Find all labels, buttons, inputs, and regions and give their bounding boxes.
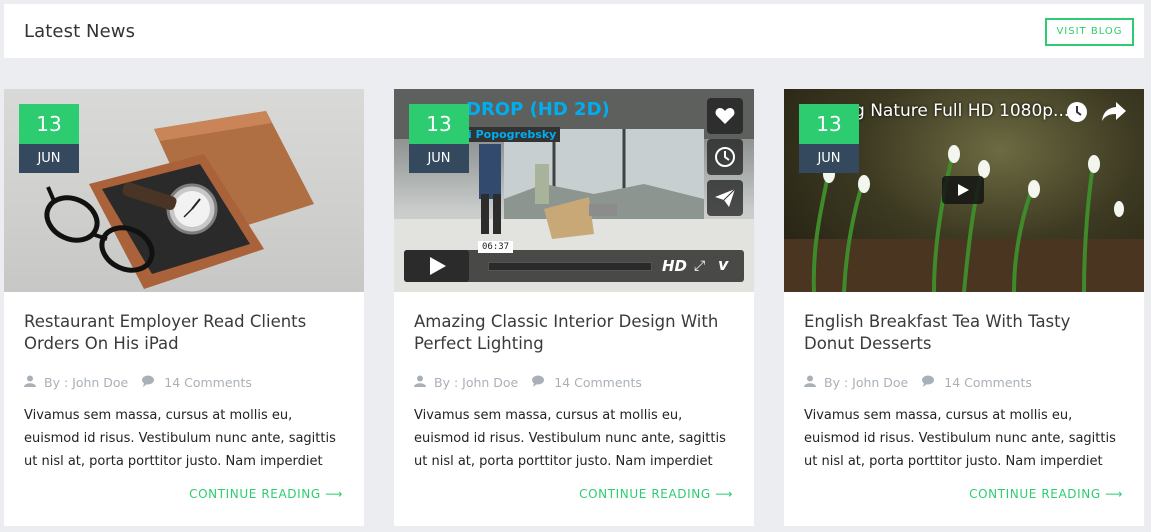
post-comments[interactable]: 14 Comments [164, 375, 252, 390]
share-button[interactable] [707, 180, 743, 216]
date-badge: 13 JUN [409, 104, 469, 173]
post-excerpt: Vivamus sem massa, cursus at mollis eu, … [24, 408, 336, 469]
date-badge: 13 JUN [799, 104, 859, 173]
continue-reading-link[interactable]: CONTINUE READING ⟶ [579, 487, 733, 501]
post-meta: By : John Doe 14 Comments [24, 375, 252, 390]
visit-blog-button[interactable]: VISIT BLOG [1045, 18, 1134, 46]
post-author[interactable]: By : John Doe [44, 375, 128, 390]
date-day: 13 [19, 104, 79, 144]
paper-plane-icon [715, 189, 735, 207]
section-header: Latest News VISIT BLOG [4, 4, 1144, 58]
video-progress-bar[interactable] [488, 262, 652, 271]
date-day: 13 [409, 104, 469, 144]
continue-reading-link[interactable]: CONTINUE READING ⟶ [969, 487, 1123, 501]
play-button[interactable] [404, 250, 469, 282]
video-byline[interactable]: i Popogrebsky [464, 127, 561, 142]
post-meta: By : John Doe 14 Comments [804, 375, 1032, 390]
post-meta: By : John Doe 14 Comments [414, 375, 642, 390]
clock-icon[interactable] [1066, 101, 1088, 128]
post-author[interactable]: By : John Doe [434, 375, 518, 390]
comments-icon [532, 375, 546, 390]
user-icon [24, 375, 36, 390]
interior-video[interactable]: DROP (HD 2D) i Popogrebsky 06:37 HD ⤢ v … [394, 89, 754, 292]
date-day: 13 [799, 104, 859, 144]
like-button[interactable] [707, 98, 743, 134]
news-card: g Nature Full HD 1080p... 13 JUN English… [784, 89, 1144, 526]
comments-icon [142, 375, 156, 390]
play-icon [958, 184, 969, 196]
share-icon[interactable] [1102, 102, 1126, 127]
date-badge: 13 JUN [19, 104, 79, 173]
video-time: 06:37 [478, 241, 514, 253]
date-month: JUN [19, 144, 79, 173]
vimeo-logo-icon[interactable]: v [718, 255, 728, 274]
post-comments[interactable]: 14 Comments [944, 375, 1032, 390]
news-card: DROP (HD 2D) i Popogrebsky 06:37 HD ⤢ v … [394, 89, 754, 526]
arrow-right-icon: ⟶ [1105, 487, 1123, 501]
news-card: 13 JUN Restaurant Employer Read Clients … [4, 89, 364, 526]
card-title[interactable]: English Breakfast Tea With Tasty Donut D… [804, 311, 1124, 355]
continue-reading-link[interactable]: CONTINUE READING ⟶ [189, 487, 343, 501]
video-controls: 06:37 HD ⤢ v [404, 241, 744, 282]
hd-toggle[interactable]: HD [662, 257, 687, 275]
date-month: JUN [409, 144, 469, 173]
fullscreen-icon[interactable]: ⤢ [694, 257, 705, 274]
heart-icon [715, 108, 735, 124]
post-comments[interactable]: 14 Comments [554, 375, 642, 390]
card-title[interactable]: Restaurant Employer Read Clients Orders … [24, 311, 344, 355]
video-title[interactable]: g Nature Full HD 1080p... [854, 101, 1069, 121]
play-icon [429, 257, 446, 275]
continue-reading-label: CONTINUE READING [189, 487, 321, 501]
post-excerpt: Vivamus sem massa, cursus at mollis eu, … [414, 408, 726, 469]
post-excerpt: Vivamus sem massa, cursus at mollis eu, … [804, 408, 1116, 469]
user-icon [414, 375, 426, 390]
watch-later-button[interactable] [707, 139, 743, 175]
arrow-right-icon: ⟶ [325, 487, 343, 501]
continue-reading-label: CONTINUE READING [579, 487, 711, 501]
video-title[interactable]: DROP (HD 2D) [466, 99, 610, 120]
watch-box-image[interactable]: 13 JUN [4, 89, 364, 292]
clock-icon [715, 147, 735, 167]
comments-icon [922, 375, 936, 390]
user-icon [804, 375, 816, 390]
continue-reading-label: CONTINUE READING [969, 487, 1101, 501]
post-author[interactable]: By : John Doe [824, 375, 908, 390]
card-title[interactable]: Amazing Classic Interior Design With Per… [414, 311, 734, 355]
nature-video[interactable]: g Nature Full HD 1080p... 13 JUN [784, 89, 1144, 292]
date-month: JUN [799, 144, 859, 173]
play-button[interactable] [942, 176, 984, 204]
arrow-right-icon: ⟶ [715, 487, 733, 501]
section-title: Latest News [24, 21, 136, 42]
